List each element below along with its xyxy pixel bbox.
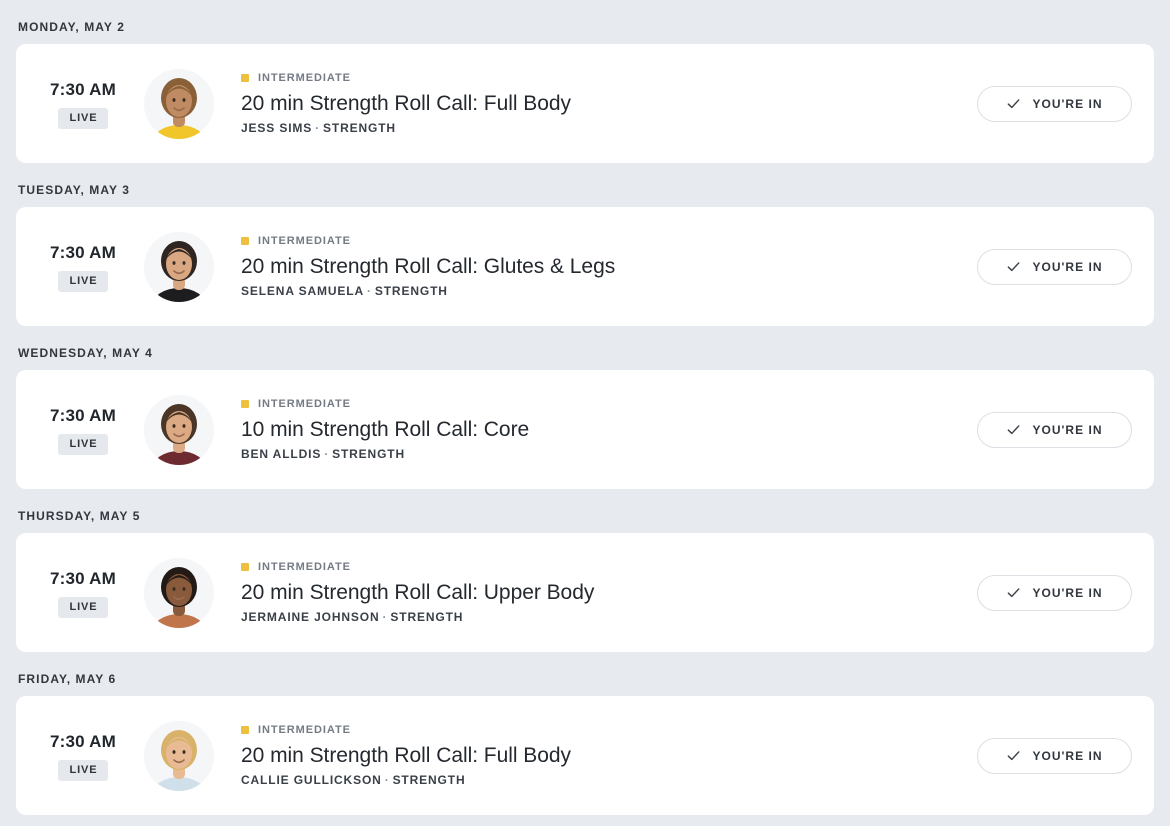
check-icon: [1006, 259, 1021, 274]
youre-in-button[interactable]: YOU'RE IN: [977, 248, 1132, 285]
class-discipline: STRENGTH: [332, 447, 405, 461]
difficulty-row: INTERMEDIATE: [241, 723, 953, 737]
instructor-avatar-ben-alldis[interactable]: [144, 394, 214, 465]
class-discipline: STRENGTH: [392, 773, 466, 787]
class-card[interactable]: 7:30 AM LIVE INTERMEDIATE 20 min Strength R…: [16, 696, 1154, 815]
class-time: 7:30 AM: [50, 79, 116, 99]
class-discipline: STRENGTH: [374, 284, 448, 298]
day-group: TUESDAY, MAY 3 7:30 AM LIVE INTERMEDIATE 20 …: [16, 163, 1154, 326]
meta-separator: ·: [315, 121, 321, 135]
live-badge: LIVE: [57, 107, 109, 129]
live-badge: LIVE: [57, 759, 109, 781]
time-column: 7:30 AM LIVE: [40, 405, 126, 455]
difficulty-label: INTERMEDIATE: [258, 72, 351, 84]
difficulty-row: INTERMEDIATE: [241, 71, 953, 85]
day-header: FRIDAY, MAY 6: [18, 672, 117, 686]
difficulty-row: INTERMEDIATE: [241, 560, 953, 574]
difficulty-swatch-icon: [241, 237, 249, 245]
class-time: 7:30 AM: [50, 731, 116, 751]
class-meta: JESS SIMS · STRENGTH: [241, 121, 953, 136]
class-details: INTERMEDIATE 20 min Strength Roll Call: F…: [241, 71, 953, 136]
class-title[interactable]: 10 min Strength Roll Call: Core: [241, 416, 953, 443]
youre-in-button[interactable]: YOU'RE IN: [977, 737, 1132, 774]
instructor-avatar-jess-sims[interactable]: [144, 68, 214, 139]
instructor-name[interactable]: JERMAINE JOHNSON: [241, 610, 380, 624]
instructor-avatar-callie-gullickson[interactable]: [144, 720, 214, 791]
youre-in-label: YOU'RE IN: [1032, 96, 1103, 111]
class-details: INTERMEDIATE 20 min Strength Roll Call: F…: [241, 723, 953, 788]
class-title[interactable]: 20 min Strength Roll Call: Full Body: [241, 90, 953, 117]
time-column: 7:30 AM LIVE: [40, 242, 126, 292]
class-time: 7:30 AM: [50, 242, 116, 262]
day-group: MONDAY, MAY 2 7:30 AM LIVE INTERMEDIATE 20 m…: [16, 0, 1154, 163]
class-discipline: STRENGTH: [323, 121, 396, 135]
youre-in-button[interactable]: YOU'RE IN: [977, 411, 1132, 448]
meta-separator: ·: [324, 447, 330, 461]
class-meta: CALLIE GULLICKSON · STRENGTH: [241, 773, 953, 788]
meta-separator: ·: [384, 773, 390, 787]
class-card[interactable]: 7:30 AM LIVE INTERMEDIATE 20 min Strength R…: [16, 533, 1154, 652]
youre-in-button[interactable]: YOU'RE IN: [977, 85, 1132, 122]
time-column: 7:30 AM LIVE: [40, 568, 126, 618]
difficulty-row: INTERMEDIATE: [241, 234, 953, 248]
class-title[interactable]: 20 min Strength Roll Call: Full Body: [241, 742, 953, 769]
youre-in-label: YOU'RE IN: [1032, 259, 1103, 274]
class-meta: BEN ALLDIS · STRENGTH: [241, 447, 953, 462]
youre-in-label: YOU'RE IN: [1032, 748, 1103, 763]
difficulty-swatch-icon: [241, 400, 249, 408]
youre-in-label: YOU'RE IN: [1032, 422, 1103, 437]
day-header: MONDAY, MAY 2: [18, 20, 125, 34]
day-header: WEDNESDAY, MAY 4: [18, 346, 153, 360]
class-card[interactable]: 7:30 AM LIVE INTERMEDIATE 20 min Strength R…: [16, 207, 1154, 326]
class-meta: JERMAINE JOHNSON · STRENGTH: [241, 610, 953, 625]
class-time: 7:30 AM: [50, 568, 116, 588]
day-header: TUESDAY, MAY 3: [18, 183, 131, 197]
live-badge: LIVE: [57, 433, 109, 455]
day-group: THURSDAY, MAY 5 7:30 AM LIVE INTERMEDIATE 20…: [16, 489, 1154, 652]
class-title[interactable]: 20 min Strength Roll Call: Upper Body: [241, 579, 953, 606]
class-details: INTERMEDIATE 10 min Strength Roll Call: C…: [241, 397, 953, 462]
difficulty-label: INTERMEDIATE: [258, 724, 351, 736]
difficulty-swatch-icon: [241, 74, 249, 82]
instructor-name[interactable]: BEN ALLDIS: [241, 447, 321, 461]
instructor-avatar-selena-samuela[interactable]: [144, 231, 214, 302]
difficulty-label: INTERMEDIATE: [258, 561, 351, 573]
class-details: INTERMEDIATE 20 min Strength Roll Call: U…: [241, 560, 953, 625]
day-header: THURSDAY, MAY 5: [18, 509, 141, 523]
check-icon: [1006, 748, 1021, 763]
class-time: 7:30 AM: [50, 405, 116, 425]
check-icon: [1006, 96, 1021, 111]
class-title[interactable]: 20 min Strength Roll Call: Glutes & Legs: [241, 253, 953, 280]
class-card[interactable]: 7:30 AM LIVE INTERMEDIATE 10 min Strength R…: [16, 370, 1154, 489]
class-discipline: STRENGTH: [390, 610, 464, 624]
meta-separator: ·: [382, 610, 388, 624]
instructor-name[interactable]: JESS SIMS: [241, 121, 312, 135]
youre-in-button[interactable]: YOU'RE IN: [977, 574, 1132, 611]
day-group: FRIDAY, MAY 6 7:30 AM LIVE INTERMEDIATE 20 m…: [16, 652, 1154, 815]
difficulty-label: INTERMEDIATE: [258, 235, 351, 247]
live-badge: LIVE: [57, 596, 109, 618]
instructor-avatar-jermaine-johnson[interactable]: [144, 557, 214, 628]
class-meta: SELENA SAMUELA · STRENGTH: [241, 284, 953, 299]
difficulty-label: INTERMEDIATE: [258, 398, 351, 410]
time-column: 7:30 AM LIVE: [40, 79, 126, 129]
youre-in-label: YOU'RE IN: [1032, 585, 1103, 600]
check-icon: [1006, 422, 1021, 437]
check-icon: [1006, 585, 1021, 600]
difficulty-swatch-icon: [241, 563, 249, 571]
difficulty-row: INTERMEDIATE: [241, 397, 953, 411]
class-details: INTERMEDIATE 20 min Strength Roll Call: G…: [241, 234, 953, 299]
instructor-name[interactable]: SELENA SAMUELA: [241, 284, 364, 298]
class-card[interactable]: 7:30 AM LIVE INTERMEDIATE 20 min Strength R…: [16, 44, 1154, 163]
day-group: WEDNESDAY, MAY 4 7:30 AM LIVE INTERMEDIATE 1…: [16, 326, 1154, 489]
difficulty-swatch-icon: [241, 726, 249, 734]
class-schedule-list: MONDAY, MAY 2 7:30 AM LIVE INTERMEDIATE 20 m…: [0, 0, 1170, 815]
time-column: 7:30 AM LIVE: [40, 731, 126, 781]
meta-separator: ·: [367, 284, 372, 298]
instructor-name[interactable]: CALLIE GULLICKSON: [241, 773, 382, 787]
live-badge: LIVE: [57, 270, 109, 292]
